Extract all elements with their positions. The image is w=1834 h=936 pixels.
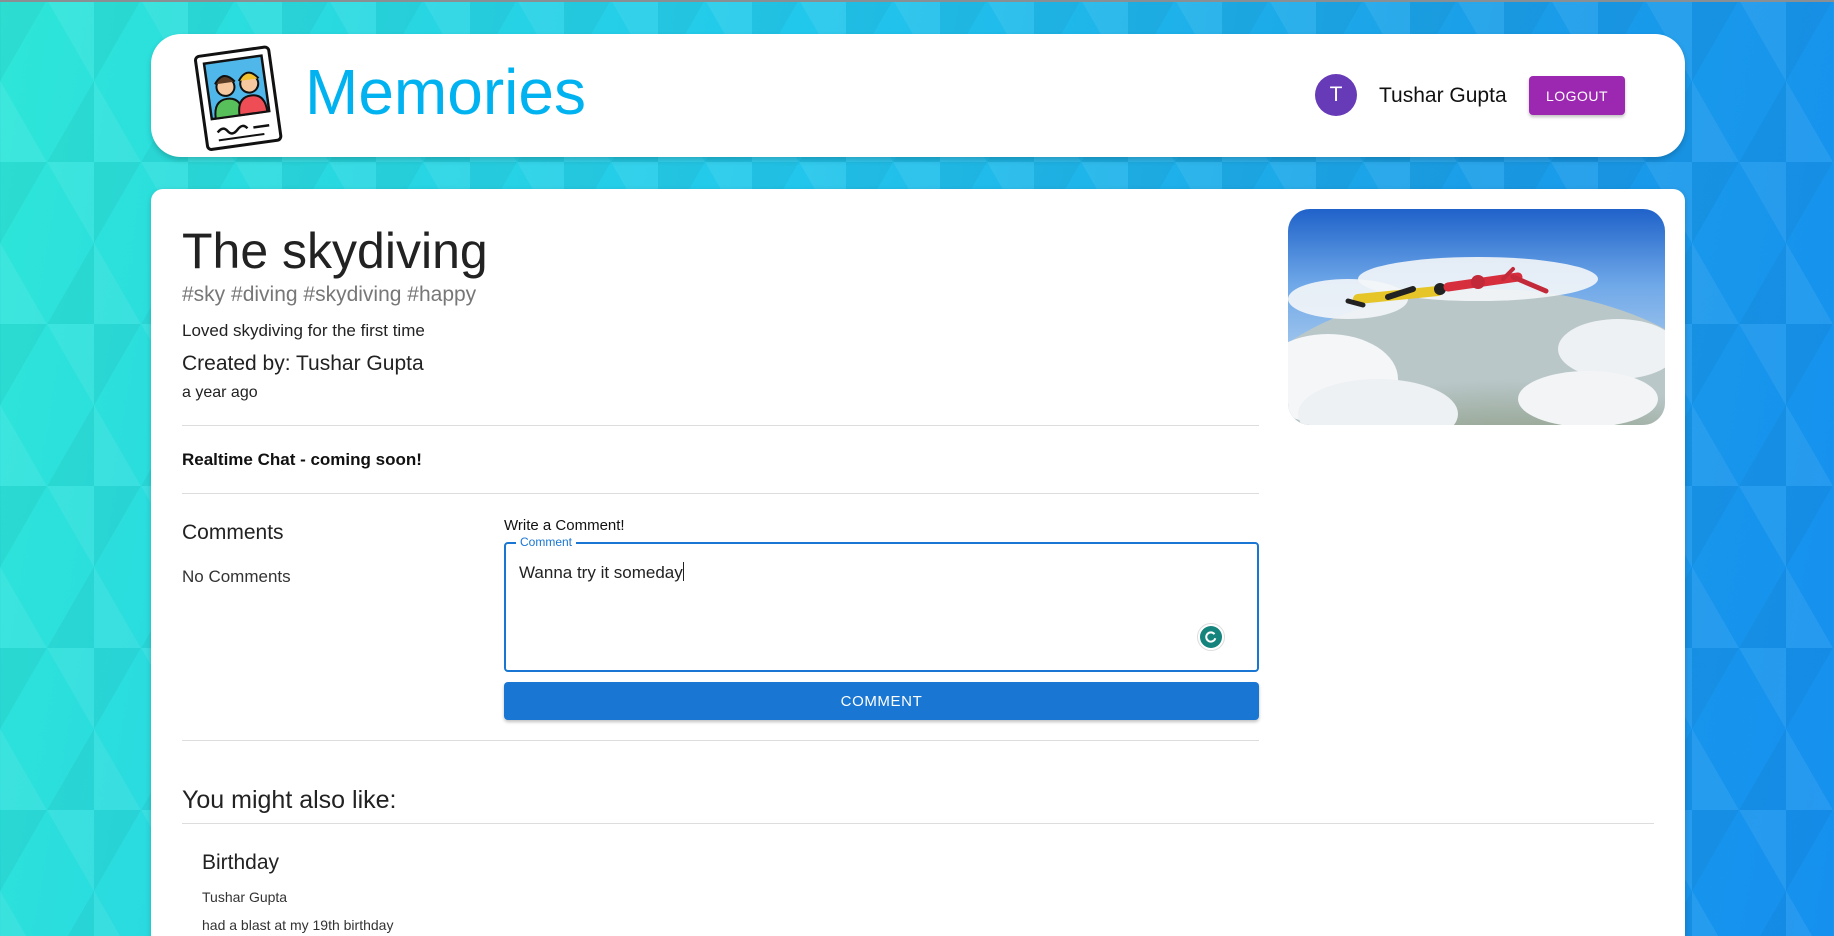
post-time: a year ago xyxy=(182,384,258,401)
divider xyxy=(182,740,1259,741)
divider xyxy=(182,425,1259,426)
user-avatar: T xyxy=(1315,74,1357,116)
comment-field-label: Comment xyxy=(516,535,577,549)
recommended-post-message: had a blast at my 19th birthday xyxy=(202,917,394,933)
comments-heading: Comments xyxy=(182,521,284,544)
realtime-chat-note: Realtime Chat - coming soon! xyxy=(182,450,422,469)
post-message: Loved skydiving for the first time xyxy=(182,321,425,340)
comment-textarea[interactable]: Comment Wanna try it someday xyxy=(504,535,1259,672)
post-title: The skydiving xyxy=(182,223,488,279)
divider xyxy=(182,823,1654,824)
post-detail-card: The skydiving #sky #diving #skydiving #h… xyxy=(151,189,1685,936)
no-comments-text: No Comments xyxy=(182,567,291,586)
comment-submit-button[interactable]: COMMENT xyxy=(504,682,1259,720)
recommendations-heading: You might also like: xyxy=(182,786,397,814)
post-image xyxy=(1288,209,1665,425)
recommended-post-author: Tushar Gupta xyxy=(202,889,288,905)
comment-input-value: Wanna try it someday xyxy=(519,563,683,582)
recommended-post-title[interactable]: Birthday xyxy=(202,851,279,875)
text-caret xyxy=(682,562,684,581)
grammar-badge xyxy=(1200,626,1222,648)
grammar-assistant-icon[interactable] xyxy=(1197,623,1225,651)
user-name: Tushar Gupta xyxy=(1379,84,1507,107)
post-tags: #sky #diving #skydiving #happy xyxy=(182,283,477,306)
logout-button[interactable]: LOGOUT xyxy=(1529,76,1625,115)
divider xyxy=(182,493,1259,494)
app-bar: Memories T Tushar Gupta LOGOUT xyxy=(151,34,1685,157)
grammar-g-icon xyxy=(1205,631,1217,643)
post-creator: Created by: Tushar Gupta xyxy=(182,352,424,375)
window-top-border xyxy=(0,0,1834,2)
comment-input-text[interactable]: Wanna try it someday xyxy=(519,562,1219,583)
memories-photo-logo-icon[interactable] xyxy=(189,43,291,151)
app-brand-title[interactable]: Memories xyxy=(305,60,586,124)
write-comment-label: Write a Comment! xyxy=(504,517,625,534)
